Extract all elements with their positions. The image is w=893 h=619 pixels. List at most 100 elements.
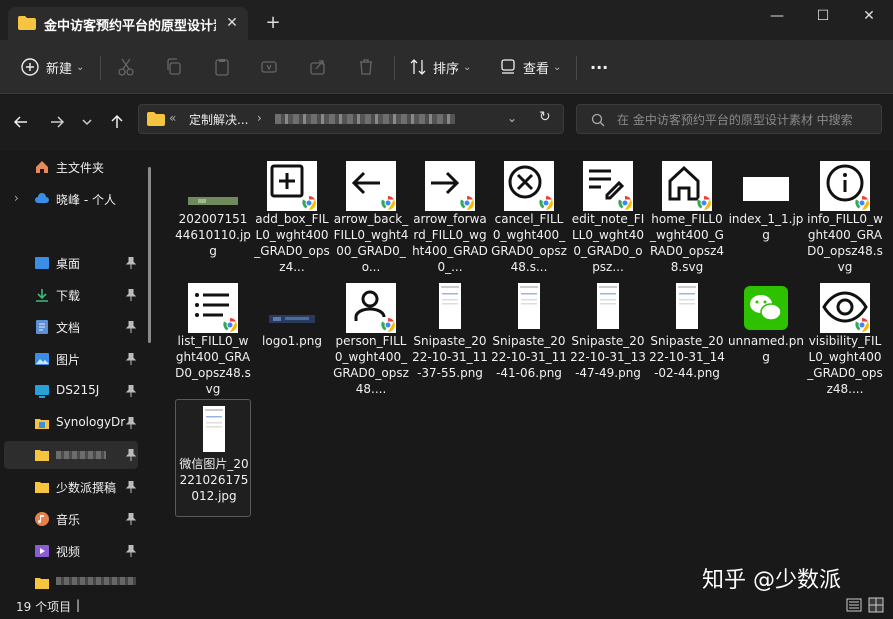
sidebar-item-pictures[interactable]: 图片 xyxy=(4,345,138,373)
file-name: cancel_FILL0_wght400_GRAD0_opsz48.s... xyxy=(491,212,567,274)
file-name: Snipaste_2022-10-31_13-47-49.png xyxy=(570,334,646,380)
file-item[interactable]: visibility_FILL0_wght400_GRAD0_opsz48...… xyxy=(807,277,883,396)
title-bar: 金中访客预约平台的原型设计素材 ✕ + — ☐ ✕ xyxy=(0,0,893,40)
share-button[interactable] xyxy=(308,53,328,81)
view-button[interactable]: 查看 ⌄ xyxy=(498,53,561,81)
command-bar: 新建 ⌄ 排序 ⌄ 查看 ⌄ ··· xyxy=(0,40,893,94)
breadcrumb-overflow[interactable]: « xyxy=(169,111,176,125)
details-view-icon[interactable] xyxy=(846,598,862,612)
sidebar-item-onedrive[interactable]: › 晓峰 - 个人 xyxy=(4,185,138,213)
visibility-thumbnail xyxy=(820,283,870,333)
file-item[interactable]: cancel_FILL0_wght400_GRAD0_opsz48.s... xyxy=(491,155,567,274)
sidebar-item-music[interactable]: 音乐 xyxy=(4,505,138,533)
up-button[interactable] xyxy=(106,111,128,133)
share-icon xyxy=(310,60,325,75)
file-item[interactable]: home_FILL0_wght400_GRAD0_opsz48.svg xyxy=(649,155,725,274)
tab-current-folder[interactable]: 金中访客预约平台的原型设计素材 ✕ xyxy=(8,7,248,40)
tiles-view-icon[interactable] xyxy=(868,597,884,613)
wechat-thumbnail xyxy=(744,286,788,330)
file-item[interactable]: edit_note_FILL0_wght400_GRAD0_opsz... xyxy=(570,155,646,274)
pin-icon xyxy=(126,545,136,557)
more-options-button[interactable]: ··· xyxy=(590,53,608,81)
file-item[interactable]: 20200715144610110.jpg xyxy=(175,155,251,273)
chevron-down-icon: ⌄ xyxy=(553,61,562,73)
new-tab-button[interactable]: + xyxy=(262,12,284,34)
sidebar-item-label: DS215J xyxy=(56,383,100,397)
file-name: edit_note_FILL0_wght400_GRAD0_opsz... xyxy=(571,212,645,274)
chevron-right-icon[interactable]: › xyxy=(14,191,19,205)
screenshot-thumbnail xyxy=(203,406,225,452)
sidebar-item-redacted-folder[interactable] xyxy=(4,441,138,469)
arrow-right-icon xyxy=(51,116,65,128)
file-item[interactable]: person_FILL0_wght400_GRAD0_opsz48.... xyxy=(333,277,409,396)
file-item[interactable]: Snipaste_2022-10-31_14-02-44.png xyxy=(649,277,725,395)
sidebar-item-documents[interactable]: 文档 xyxy=(4,313,138,341)
file-item[interactable]: add_box_FILL0_wght400_GRAD0_opsz4... xyxy=(254,155,330,274)
close-button[interactable]: ✕ xyxy=(846,0,892,32)
paste-button[interactable] xyxy=(212,53,232,81)
refresh-button[interactable]: ↻ xyxy=(539,109,551,125)
monitor-icon xyxy=(35,385,49,398)
file-name: home_FILL0_wght400_GRAD0_opsz48.svg xyxy=(649,212,725,274)
sidebar-item-redacted-folder-2[interactable] xyxy=(4,569,138,591)
copy-button[interactable] xyxy=(164,53,184,81)
sidebar-item-synologydrive[interactable]: SynologyDr xyxy=(4,409,138,437)
document-icon xyxy=(36,320,48,334)
tab-close-button[interactable]: ✕ xyxy=(222,13,242,33)
pin-icon xyxy=(126,289,136,301)
back-button[interactable] xyxy=(10,111,32,133)
sidebar-item-desktop[interactable]: 桌面 xyxy=(4,249,138,277)
address-bar[interactable]: « 定制解决... › ⌄ ↻ xyxy=(138,104,564,134)
pin-icon xyxy=(126,513,136,525)
file-item[interactable]: 微信图片_20221026175012.jpg xyxy=(175,399,251,517)
sidebar-item-sspai[interactable]: 少数派撰稿 xyxy=(4,473,138,501)
chevron-down-icon: ⌄ xyxy=(76,61,85,73)
minimize-button[interactable]: — xyxy=(754,0,800,32)
file-item[interactable]: Snipaste_2022-10-31_11-37-55.png xyxy=(412,277,488,395)
maximize-button[interactable]: ☐ xyxy=(800,0,846,32)
sort-label: 排序 xyxy=(433,61,460,77)
file-item[interactable]: Snipaste_2022-10-31_13-47-49.png xyxy=(570,277,646,395)
sort-button[interactable]: 排序 ⌄ xyxy=(408,53,471,81)
status-bar: 19 个项目 | xyxy=(0,592,893,619)
pin-icon xyxy=(126,257,136,269)
cut-button[interactable] xyxy=(116,53,136,81)
redacted-label xyxy=(56,577,136,585)
download-icon xyxy=(36,289,48,302)
forward-button[interactable] xyxy=(46,111,68,133)
search-box[interactable]: 在 金中访客预约平台的原型设计素材 中搜索 xyxy=(576,104,882,134)
delete-button[interactable] xyxy=(356,53,376,81)
folder-icon xyxy=(35,578,49,589)
clipboard-icon xyxy=(215,59,229,76)
file-item[interactable]: list_FILL0_wght400_GRAD0_opsz48.svg xyxy=(175,277,251,396)
sidebar-item-downloads[interactable]: 下载 xyxy=(4,281,138,309)
address-dropdown[interactable]: ⌄ xyxy=(507,111,517,125)
screenshot-thumbnail xyxy=(676,283,698,329)
scissors-icon xyxy=(118,58,134,76)
folder-icon xyxy=(35,450,49,461)
desktop-icon xyxy=(35,257,49,269)
recent-locations-button[interactable] xyxy=(76,111,98,133)
file-name: arrow_back_FILL0_wght400_GRAD0_o... xyxy=(333,212,409,274)
sidebar-item-ds215j[interactable]: DS215J xyxy=(4,377,138,405)
sidebar-item-label: 桌面 xyxy=(56,257,81,271)
file-item[interactable]: arrow_back_FILL0_wght400_GRAD0_o... xyxy=(333,155,409,274)
new-button[interactable]: 新建 ⌄ xyxy=(20,53,84,81)
file-name: visibility_FILL0_wght400_GRAD0_opsz48...… xyxy=(807,334,883,396)
navigation-pane: 主文件夹 › 晓峰 - 个人 桌面 下载 文档 图片 DS215J Synolo… xyxy=(0,151,160,592)
sidebar-scrollbar[interactable] xyxy=(148,167,151,343)
file-item[interactable]: logo1.png xyxy=(254,277,330,395)
file-item[interactable]: index_1_1.jpg xyxy=(728,155,804,273)
sidebar-item-home[interactable]: 主文件夹 xyxy=(4,153,138,181)
rename-button[interactable] xyxy=(260,53,280,81)
file-item[interactable]: info_FILL0_wght400_GRAD0_opsz48.svg xyxy=(807,155,883,274)
file-item[interactable]: Snipaste_2022-10-31_11-41-06.png xyxy=(491,277,567,395)
search-icon xyxy=(591,113,605,127)
info-thumbnail xyxy=(820,161,870,211)
file-item[interactable]: unnamed.png xyxy=(728,277,804,395)
file-name: Snipaste_2022-10-31_11-37-55.png xyxy=(412,334,488,380)
search-placeholder: 在 金中访客预约平台的原型设计素材 中搜索 xyxy=(617,113,853,127)
breadcrumb-item[interactable]: 定制解决... xyxy=(189,111,248,128)
sidebar-item-videos[interactable]: 视频 xyxy=(4,537,138,565)
file-item[interactable]: arrow_forward_FILL0_wght400_GRAD0_... xyxy=(412,155,488,274)
